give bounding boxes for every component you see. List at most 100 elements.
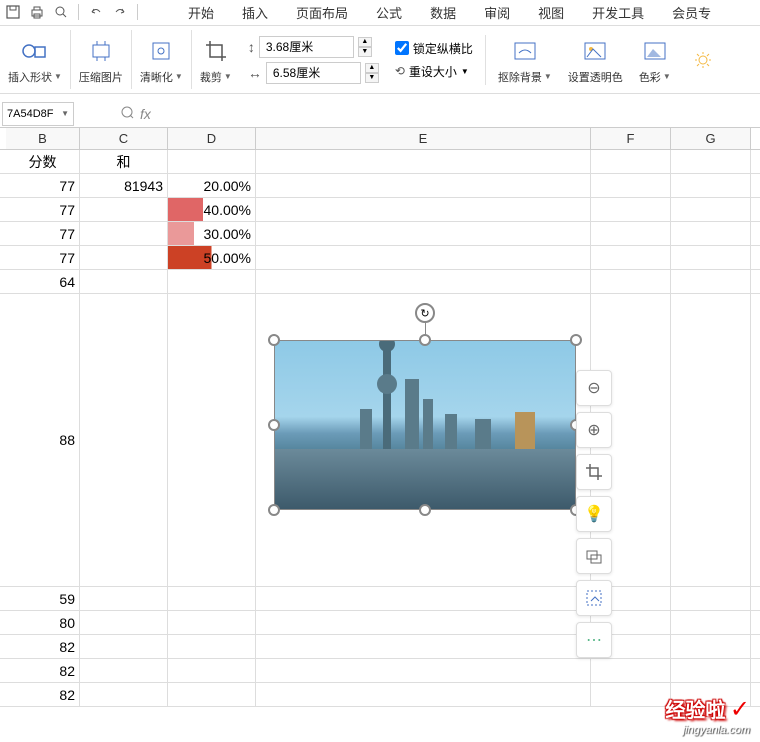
cell[interactable] [80, 659, 168, 682]
cell[interactable] [80, 222, 168, 245]
cell[interactable] [256, 611, 591, 634]
cell[interactable] [671, 270, 751, 293]
tab-data[interactable]: 数据 [416, 0, 470, 26]
transparency-group[interactable]: 设置透明色 [560, 30, 631, 89]
resize-handle-tm[interactable] [419, 334, 431, 346]
cell[interactable] [671, 635, 751, 658]
width-up[interactable]: ▲ [365, 63, 379, 73]
cell[interactable]: 77 [6, 198, 80, 221]
cell[interactable] [80, 198, 168, 221]
remove-bg-group[interactable]: 抠除背景▼ [490, 30, 560, 89]
resize-handle-tr[interactable] [570, 334, 582, 346]
zoom-in-button[interactable]: ⊕ [576, 412, 612, 448]
cell[interactable] [256, 174, 591, 197]
color-group[interactable]: 色彩▼ [631, 30, 679, 89]
cell[interactable]: 64 [6, 270, 80, 293]
tab-dev[interactable]: 开发工具 [578, 0, 658, 26]
tab-start[interactable]: 开始 [174, 0, 228, 26]
idea-button[interactable]: 💡 [576, 496, 612, 532]
redo-icon[interactable] [109, 1, 131, 23]
cell[interactable] [168, 270, 256, 293]
cell[interactable] [256, 659, 591, 682]
cell[interactable]: 50.00% [168, 246, 256, 269]
cell[interactable]: 82 [6, 635, 80, 658]
cell[interactable]: 81943 [80, 174, 168, 197]
cell[interactable] [256, 246, 591, 269]
tab-review[interactable]: 审阅 [470, 0, 524, 26]
cell[interactable] [591, 246, 671, 269]
height-input[interactable] [259, 36, 354, 58]
clarity-group[interactable]: 清晰化▼ [132, 30, 192, 89]
cell[interactable] [256, 222, 591, 245]
cell[interactable]: 分数 [6, 150, 80, 173]
width-input[interactable] [266, 62, 361, 84]
col-header-B[interactable]: B [6, 128, 80, 149]
tab-view[interactable]: 视图 [524, 0, 578, 26]
cell[interactable] [671, 294, 751, 586]
cell[interactable] [168, 587, 256, 610]
cell[interactable] [168, 294, 256, 586]
cell[interactable] [591, 683, 671, 706]
tab-insert[interactable]: 插入 [228, 0, 282, 26]
undo-icon[interactable] [85, 1, 107, 23]
cell[interactable]: 82 [6, 683, 80, 706]
cell[interactable] [256, 635, 591, 658]
cell[interactable] [671, 659, 751, 682]
cell[interactable] [80, 294, 168, 586]
col-header-D[interactable]: D [168, 128, 256, 149]
save-icon[interactable] [2, 1, 24, 23]
cell[interactable]: 20.00% [168, 174, 256, 197]
cell[interactable] [671, 246, 751, 269]
cell[interactable] [671, 587, 751, 610]
crop-button[interactable] [576, 454, 612, 490]
cell[interactable]: 77 [6, 174, 80, 197]
cell[interactable] [591, 659, 671, 682]
height-down[interactable]: ▼ [358, 47, 372, 57]
cell[interactable]: 40.00% [168, 198, 256, 221]
cell[interactable]: 77 [6, 222, 80, 245]
tab-formula[interactable]: 公式 [362, 0, 416, 26]
cell[interactable]: 82 [6, 659, 80, 682]
cell[interactable] [671, 174, 751, 197]
cell[interactable]: 30.00% [168, 222, 256, 245]
resize-handle-bl[interactable] [268, 504, 280, 516]
rotate-handle[interactable]: ↻ [415, 303, 435, 323]
fx-icon[interactable]: fx [140, 106, 151, 122]
cell[interactable]: 80 [6, 611, 80, 634]
cell[interactable] [80, 683, 168, 706]
cell[interactable]: 88 [6, 294, 80, 586]
tab-page-layout[interactable]: 页面布局 [282, 0, 362, 26]
cell[interactable] [168, 150, 256, 173]
more-button[interactable]: ⋯ [576, 622, 612, 658]
col-header-G[interactable]: G [671, 128, 751, 149]
cell[interactable] [80, 270, 168, 293]
height-up[interactable]: ▲ [358, 37, 372, 47]
cell[interactable] [256, 683, 591, 706]
name-box[interactable]: 7A54D8F ▼ [2, 102, 74, 126]
tab-member[interactable]: 会员专 [658, 0, 725, 26]
cell[interactable] [256, 198, 591, 221]
cell[interactable] [671, 150, 751, 173]
col-header-F[interactable]: F [591, 128, 671, 149]
resize-handle-ml[interactable] [268, 419, 280, 431]
cell[interactable] [591, 222, 671, 245]
cell[interactable] [256, 587, 591, 610]
cancel-icon[interactable] [120, 105, 134, 122]
cell[interactable] [591, 198, 671, 221]
cell[interactable] [168, 635, 256, 658]
cell[interactable] [168, 659, 256, 682]
brightness-group[interactable] [679, 30, 727, 89]
formula-input[interactable] [151, 103, 760, 125]
compress-group[interactable]: 压缩图片 [71, 30, 132, 89]
resize-handle-tl[interactable] [268, 334, 280, 346]
cell[interactable] [671, 611, 751, 634]
resize-handle-bm[interactable] [419, 504, 431, 516]
cell[interactable] [168, 611, 256, 634]
preview-icon[interactable] [50, 1, 72, 23]
cell[interactable]: 59 [6, 587, 80, 610]
cell[interactable] [80, 246, 168, 269]
selected-image[interactable]: ↻ [274, 340, 576, 510]
image-settings-button[interactable] [576, 538, 612, 574]
cell[interactable] [80, 635, 168, 658]
cell[interactable] [256, 150, 591, 173]
